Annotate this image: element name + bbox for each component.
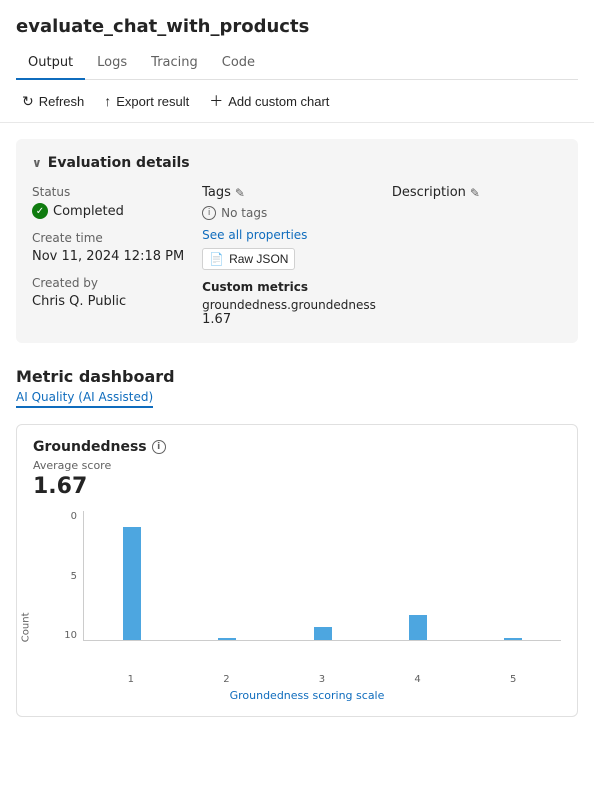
y-label-0: 10: [53, 630, 81, 641]
toolbar: ↻ Refresh ↑ Export result ＋ Add custom c…: [0, 80, 594, 123]
collapse-icon[interactable]: ∨: [32, 156, 42, 170]
groundedness-chart-card: Groundedness i Average score 1.67 10 5 0…: [16, 424, 578, 717]
y-label-2: 0: [53, 511, 81, 522]
bar-0: [123, 527, 141, 640]
create-time-label: Create time: [32, 231, 186, 245]
bar-group-1: [179, 638, 274, 640]
raw-json-label: Raw JSON: [229, 252, 288, 266]
tab-logs[interactable]: Logs: [85, 47, 139, 80]
avg-score-label: Average score: [33, 459, 561, 472]
tab-code[interactable]: Code: [210, 47, 267, 80]
x-label-4: 5: [465, 674, 561, 685]
see-all-properties-link[interactable]: See all properties: [202, 228, 376, 242]
y-axis: 10 5 0: [53, 511, 81, 641]
col-description: Description ✎: [392, 185, 562, 327]
description-label: Description: [392, 185, 466, 200]
status-text: Completed: [53, 204, 124, 219]
chart-wrapper: 10 5 0 12345 Groundedness scoring scale …: [33, 511, 561, 702]
card-body: Status ✓ Completed Create time Nov 11, 2…: [32, 185, 562, 327]
metric-path: groundedness.groundedness: [202, 298, 376, 312]
export-result-button[interactable]: ↑ Export result: [94, 88, 199, 114]
refresh-button[interactable]: ↻ Refresh: [12, 88, 94, 115]
created-by-label: Created by: [32, 276, 186, 290]
chart-title-text: Groundedness: [33, 439, 147, 455]
bar-3: [409, 615, 427, 640]
nav-tabs: Output Logs Tracing Code: [16, 47, 578, 80]
raw-json-icon: 📄: [209, 252, 224, 266]
x-label-3: 4: [370, 674, 466, 685]
bar-chart-container: 10 5 0: [53, 511, 561, 671]
tags-header: Tags ✎: [202, 185, 376, 200]
bar-chart: [83, 511, 561, 641]
dashboard-title: Metric dashboard: [16, 367, 578, 386]
bar-group-0: [84, 527, 179, 640]
export-label: Export result: [116, 94, 189, 109]
x-label-0: 1: [83, 674, 179, 685]
description-edit-icon[interactable]: ✎: [470, 186, 480, 200]
refresh-label: Refresh: [39, 94, 85, 109]
add-custom-chart-button[interactable]: ＋ Add custom chart: [199, 86, 339, 116]
card-header: ∨ Evaluation details: [32, 155, 562, 171]
metric-value: 1.67: [202, 312, 376, 327]
col-status: Status ✓ Completed Create time Nov 11, 2…: [32, 185, 202, 327]
refresh-icon: ↻: [22, 93, 34, 110]
create-time-value: Nov 11, 2024 12:18 PM: [32, 249, 186, 264]
description-header: Description ✎: [392, 185, 546, 200]
tags-label: Tags: [202, 185, 231, 200]
x-axis: 12345: [83, 674, 561, 685]
created-by-value: Chris Q. Public: [32, 294, 186, 309]
custom-metrics-label: Custom metrics: [202, 280, 376, 294]
y-label-1: 5: [53, 571, 81, 582]
info-icon[interactable]: i: [152, 440, 166, 454]
page-title: evaluate_chat_with_products: [16, 16, 578, 37]
tags-edit-icon[interactable]: ✎: [235, 186, 245, 200]
no-tags-icon: i: [202, 206, 216, 220]
avg-score-value: 1.67: [33, 474, 561, 499]
tab-output[interactable]: Output: [16, 47, 85, 80]
col-tags: Tags ✎ i No tags See all properties 📄 Ra…: [202, 185, 392, 327]
bar-4: [504, 638, 522, 640]
no-tags: i No tags: [202, 206, 376, 220]
status-completed-icon: ✓: [32, 203, 48, 219]
evaluation-card: ∨ Evaluation details Status ✓ Completed …: [16, 139, 578, 343]
no-tags-text: No tags: [221, 206, 267, 220]
x-label-1: 2: [179, 674, 275, 685]
evaluation-section-title: Evaluation details: [48, 155, 190, 171]
bar-group-3: [370, 615, 465, 640]
bar-1: [218, 638, 236, 640]
add-chart-label: Add custom chart: [228, 94, 329, 109]
x-label-2: 3: [274, 674, 370, 685]
status-value: ✓ Completed: [32, 203, 186, 219]
dashboard-tab-ai-quality[interactable]: AI Quality (AI Assisted): [16, 390, 153, 408]
export-icon: ↑: [104, 93, 111, 109]
raw-json-button[interactable]: 📄 Raw JSON: [202, 248, 295, 270]
status-label: Status: [32, 185, 186, 199]
metric-dashboard: Metric dashboard AI Quality (AI Assisted…: [16, 367, 578, 408]
add-chart-icon: ＋: [209, 91, 223, 111]
tab-tracing[interactable]: Tracing: [139, 47, 210, 80]
chart-title: Groundedness i: [33, 439, 561, 455]
bar-2: [314, 627, 332, 640]
bar-group-4: [466, 638, 561, 640]
bar-group-2: [275, 627, 370, 640]
y-axis-title: Count: [20, 612, 31, 642]
x-axis-title[interactable]: Groundedness scoring scale: [53, 689, 561, 702]
